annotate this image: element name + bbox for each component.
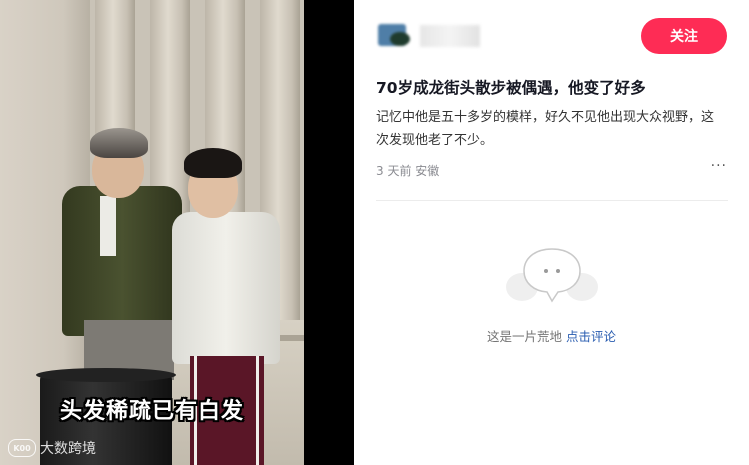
post-meta: 3 天前 安徽 — [376, 162, 439, 179]
author-info[interactable] — [374, 22, 480, 50]
empty-comments-message: 这是一片荒地 — [486, 329, 562, 344]
more-options-icon[interactable]: ··· — [711, 158, 727, 174]
author-name-blurred[interactable] — [420, 25, 480, 47]
empty-comments-text: 这是一片荒地 点击评论 — [354, 326, 749, 345]
post-time: 3 天前 — [376, 164, 412, 178]
divider — [376, 200, 728, 201]
empty-comments-icon — [506, 248, 598, 303]
comment-link[interactable]: 点击评论 — [566, 329, 616, 344]
watermark-logo-icon: K00 — [8, 439, 36, 457]
watermark-text: 大数跨境 — [40, 441, 96, 457]
post-info-panel: 关注 70岁成龙街头散步被偶遇，他变了好多 记忆中他是五十多岁的模样，好久不见他… — [354, 0, 749, 465]
video-player[interactable]: 头发稀疏已有白发 K00 大数跨境 — [0, 0, 354, 465]
post-location: 安徽 — [415, 164, 440, 178]
follow-button[interactable]: 关注 — [641, 18, 727, 54]
watermark: K00 大数跨境 — [8, 438, 96, 458]
avatar[interactable] — [374, 22, 414, 50]
post-description: 记忆中他是五十多岁的模样，好久不见他出现大众视野，这次发现他老了不少。 — [376, 110, 715, 148]
video-subtitle: 头发稀疏已有白发 — [59, 399, 244, 424]
post-title: 70岁成龙街头散步被偶遇，他变了好多 — [376, 79, 646, 97]
video-frame[interactable]: 头发稀疏已有白发 K00 大数跨境 — [0, 0, 304, 465]
post-detail-view: 头发稀疏已有白发 K00 大数跨境 关注 70岁成龙街头散步被偶遇，他变了好多 … — [0, 0, 749, 465]
